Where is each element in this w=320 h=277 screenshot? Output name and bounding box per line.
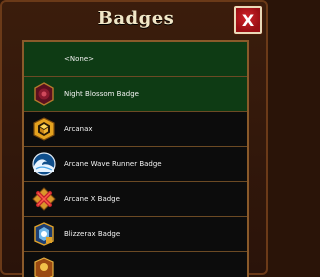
partial-badge-icon xyxy=(32,257,56,277)
badges-window: Badges X <None> Night Blossom Badge Arca… xyxy=(0,0,268,277)
blizzerax-badge-icon xyxy=(32,222,56,246)
badge-label: Night Blossom Badge xyxy=(64,90,139,98)
list-item-night-blossom[interactable]: Night Blossom Badge xyxy=(24,77,247,112)
badge-label: <None> xyxy=(64,55,94,63)
list-item-arcanax[interactable]: Arcanax xyxy=(24,112,247,147)
arcane-x-badge-icon xyxy=(32,187,56,211)
badge-list[interactable]: <None> Night Blossom Badge Arcanax Arcan… xyxy=(22,40,249,277)
arcane-wave-runner-badge-icon xyxy=(32,152,56,176)
badge-label: Arcane Wave Runner Badge xyxy=(64,160,162,168)
close-icon: X xyxy=(241,10,255,30)
arcanax-badge-icon xyxy=(32,117,56,141)
list-item-blizzerax[interactable]: Blizzerax Badge xyxy=(24,217,247,252)
badge-label: Arcane X Badge xyxy=(64,195,120,203)
list-item-none[interactable]: <None> xyxy=(24,42,247,77)
window-title: Badges xyxy=(97,8,175,29)
badge-label: Blizzerax Badge xyxy=(64,230,121,238)
close-button[interactable]: X xyxy=(234,6,262,34)
night-blossom-badge-icon xyxy=(32,82,56,106)
list-item-arcane-x[interactable]: Arcane X Badge xyxy=(24,182,247,217)
list-item-arcane-wave-runner[interactable]: Arcane Wave Runner Badge xyxy=(24,147,247,182)
badge-label: Arcanax xyxy=(64,125,93,133)
list-item-partial[interactable] xyxy=(24,252,247,277)
